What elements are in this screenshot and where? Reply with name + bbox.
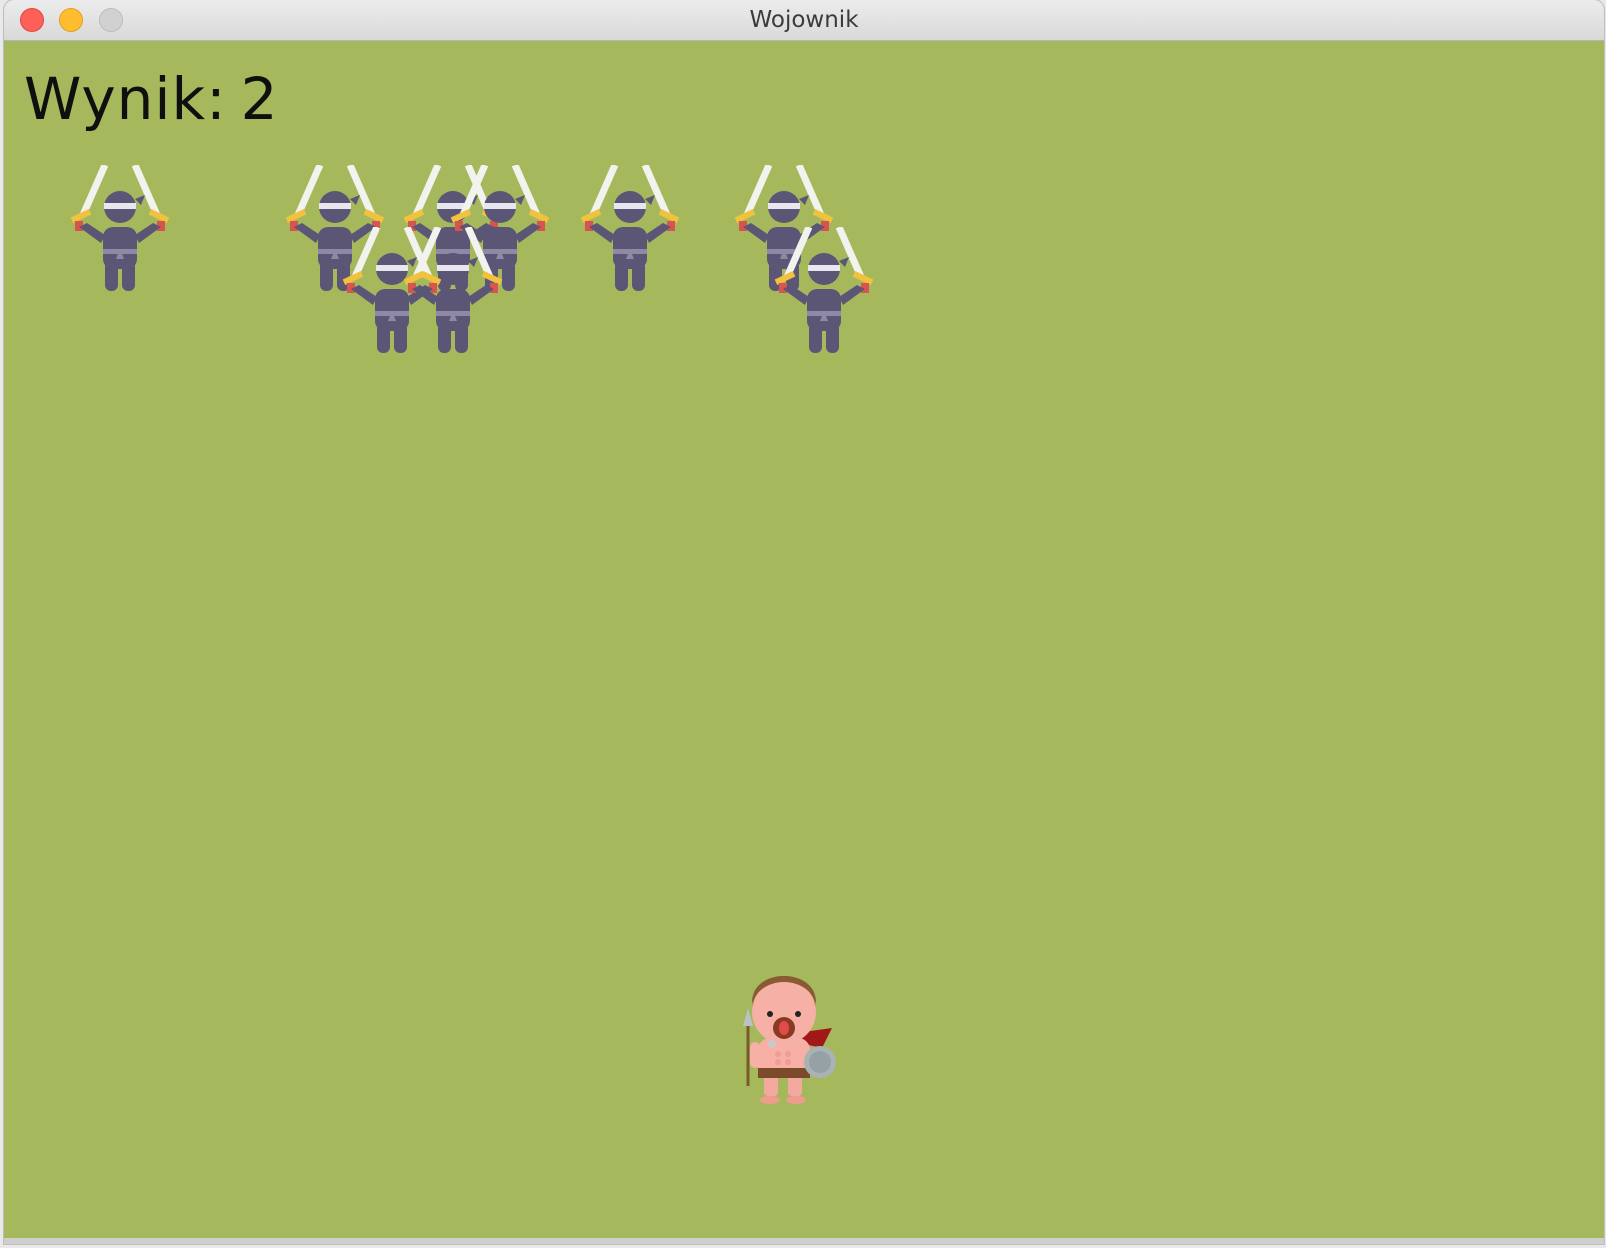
title-bar: Wojownik (4, 0, 1604, 41)
score-label: Wynik: (24, 65, 227, 133)
warrior-icon[interactable] (734, 976, 838, 1106)
score-value: 2 (240, 65, 279, 133)
score-display: Wynik: 2 (24, 65, 279, 133)
window-title: Wojownik (749, 7, 859, 33)
ninja-icon (398, 227, 508, 355)
ninja-icon (575, 165, 685, 293)
game-field[interactable]: Wynik: 2 (4, 41, 1604, 1244)
window-bottom-edge (4, 1238, 1604, 1244)
ninja-icon (769, 227, 879, 355)
ninja-icon (65, 165, 175, 293)
game-window: Wojownik Wynik: 2 (4, 0, 1604, 1244)
